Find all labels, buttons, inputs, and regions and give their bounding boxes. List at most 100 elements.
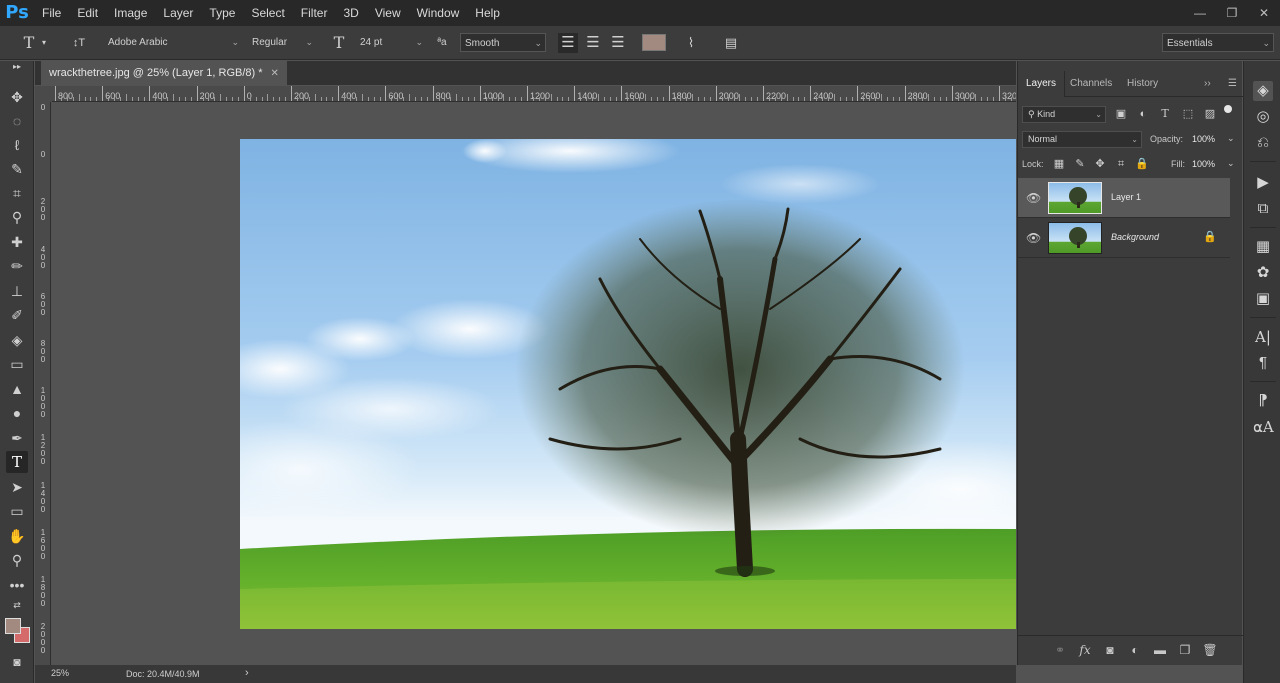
visibility-eye-icon[interactable]: 👁 <box>1026 191 1041 205</box>
menu-view[interactable]: View <box>367 0 409 26</box>
paths-icon[interactable]: ⎌ <box>1253 133 1273 153</box>
menu-image[interactable]: Image <box>106 0 155 26</box>
status-menu-arrow[interactable]: › <box>245 667 249 679</box>
new-group-icon[interactable]: ▬ <box>1152 643 1168 657</box>
warp-text-icon[interactable]: ⌇ <box>680 33 702 53</box>
crop-tool-icon[interactable]: ⌗ <box>6 182 28 204</box>
move-tool-icon[interactable]: ✥ <box>6 86 28 108</box>
styles-icon[interactable]: ▣ <box>1253 289 1273 309</box>
clone-stamp-tool-icon[interactable]: ⊥ <box>6 280 28 302</box>
paragraph-styles-icon[interactable]: ⁋ <box>1253 391 1273 411</box>
blend-mode-select[interactable]: Normal ⌄ <box>1022 131 1142 148</box>
type-tool-icon[interactable]: T <box>6 451 28 473</box>
type-layer-filter-icon[interactable]: T <box>1158 107 1172 121</box>
zoom-level[interactable]: 25% <box>51 668 69 678</box>
close-icon[interactable]: ✕ <box>271 68 279 79</box>
ruler-origin[interactable] <box>35 86 52 102</box>
visibility-eye-icon[interactable]: 👁 <box>1026 231 1041 245</box>
collapse-tools-icon[interactable]: ▸▸ <box>6 63 28 71</box>
chevron-down-icon[interactable]: ⌄ <box>1227 158 1235 169</box>
paragraph-icon[interactable]: ¶ <box>1253 353 1273 373</box>
lock-position-icon[interactable]: ✥ <box>1093 157 1107 171</box>
lasso-tool-icon[interactable]: ℓ <box>6 134 28 156</box>
history-icon[interactable]: ⧉ <box>1253 199 1273 219</box>
chevron-down-icon[interactable]: ⌄ <box>1227 133 1235 144</box>
blur-tool-icon[interactable]: ▲ <box>6 378 28 400</box>
delete-layer-icon[interactable]: 🗑 <box>1202 643 1218 657</box>
brush-tool-icon[interactable]: ✏ <box>6 255 28 277</box>
tab-layers[interactable]: Layers <box>1018 71 1066 97</box>
color-icon[interactable]: ✿ <box>1253 263 1273 283</box>
canvas-area[interactable] <box>52 103 1016 665</box>
horizontal-ruler[interactable]: 800 600 400 200 0 200 400 600 800 1000 1200 1400 160… <box>52 86 1016 102</box>
new-layer-icon[interactable]: ❐ <box>1177 643 1193 657</box>
pixel-layer-filter-icon[interactable]: ▣ <box>1114 107 1128 121</box>
add-mask-icon[interactable]: ◙ <box>1102 643 1118 657</box>
shape-layer-filter-icon[interactable]: ⬚ <box>1181 107 1195 121</box>
lock-artboard-icon[interactable]: ⌗ <box>1114 157 1128 171</box>
adjustment-layer-icon[interactable]: ◐ <box>1127 643 1143 657</box>
font-style-select[interactable]: Regular ⌄ <box>248 33 316 52</box>
eyedropper-tool-icon[interactable]: ⚲ <box>6 206 28 228</box>
character-styles-icon[interactable]: ⍺A <box>1253 417 1274 437</box>
vertical-ruler[interactable]: 0 0 2 0 0 4 0 0 6 0 0 8 0 0 1 0 0 0 1 2 0 0 1 4 … <box>35 102 51 665</box>
adjustment-layer-filter-icon[interactable]: ◐ <box>1136 107 1150 121</box>
layer-row-background[interactable]: 👁 Background 🔒 <box>1018 218 1230 258</box>
quick-selection-tool-icon[interactable]: ✎ <box>6 158 28 180</box>
pen-tool-icon[interactable]: ✒ <box>6 427 28 449</box>
tab-channels[interactable]: Channels <box>1062 71 1120 97</box>
quick-mask-icon[interactable]: ◙ <box>6 651 28 673</box>
anti-alias-select[interactable]: Smooth ⌄ <box>460 33 546 52</box>
swap-colors-icon[interactable]: ⇄ <box>6 599 28 611</box>
align-right-icon[interactable]: ☰ <box>608 33 628 53</box>
actions-icon[interactable]: ▶ <box>1253 173 1273 193</box>
dodge-tool-icon[interactable]: ● <box>6 402 28 424</box>
menu-filter[interactable]: Filter <box>293 0 336 26</box>
rectangle-tool-icon[interactable]: ▭ <box>6 500 28 522</box>
foreground-color-swatch[interactable] <box>5 618 21 634</box>
hand-tool-icon[interactable]: ✋ <box>6 525 28 547</box>
swatches-icon[interactable]: ▦ <box>1253 237 1273 257</box>
character-icon[interactable]: A| <box>1253 327 1273 347</box>
path-selection-tool-icon[interactable]: ➤ <box>6 476 28 498</box>
menu-3d[interactable]: 3D <box>335 0 366 26</box>
layers-icon[interactable]: ◈ <box>1253 81 1273 101</box>
tab-history[interactable]: History <box>1119 71 1166 97</box>
menu-edit[interactable]: Edit <box>69 0 106 26</box>
align-center-icon[interactable]: ☰ <box>583 33 603 53</box>
close-button[interactable]: ✕ <box>1248 0 1280 26</box>
font-family-select[interactable]: Adobe Arabic ⌄ <box>104 33 242 52</box>
collapse-panel-icon[interactable]: ›› <box>1196 71 1219 97</box>
text-orientation-icon[interactable]: ↕T <box>68 33 90 53</box>
channels-icon[interactable]: ◎ <box>1253 107 1273 127</box>
panel-menu-icon[interactable]: ☰ <box>1220 71 1245 97</box>
healing-brush-tool-icon[interactable]: ✚ <box>6 231 28 253</box>
menu-help[interactable]: Help <box>467 0 508 26</box>
restore-button[interactable]: ❐ <box>1216 0 1248 26</box>
menu-select[interactable]: Select <box>243 0 292 26</box>
link-layers-icon[interactable]: ⚭ <box>1052 643 1068 657</box>
menu-file[interactable]: File <box>34 0 69 26</box>
menu-layer[interactable]: Layer <box>155 0 201 26</box>
minimize-button[interactable]: — <box>1184 0 1216 26</box>
layer-row-layer-1[interactable]: 👁 Layer 1 <box>1018 178 1230 218</box>
smart-object-filter-icon[interactable]: ▨ <box>1203 107 1217 121</box>
opacity-value[interactable]: 100% <box>1192 134 1215 144</box>
chevron-down-icon[interactable]: ▾ <box>38 33 50 53</box>
lock-transparent-pixels-icon[interactable]: ▦ <box>1052 157 1066 171</box>
font-size-select[interactable]: 24 pt ⌄ <box>356 33 426 52</box>
lock-image-pixels-icon[interactable]: ✎ <box>1073 157 1087 171</box>
filter-kind-select[interactable]: ⚲ Kind ⌄ <box>1022 106 1106 123</box>
text-color-swatch[interactable] <box>642 34 666 51</box>
marquee-tool-icon[interactable]: ◌ <box>6 110 28 132</box>
menu-type[interactable]: Type <box>201 0 243 26</box>
align-left-icon[interactable]: ☰ <box>558 33 578 53</box>
menu-window[interactable]: Window <box>409 0 468 26</box>
layer-name[interactable]: Background <box>1111 232 1159 242</box>
layer-name[interactable]: Layer 1 <box>1111 192 1141 202</box>
gradient-tool-icon[interactable]: ▭ <box>6 353 28 375</box>
eraser-tool-icon[interactable]: ◈ <box>6 329 28 351</box>
zoom-tool-icon[interactable]: ⚲ <box>6 549 28 571</box>
document-image[interactable] <box>240 139 1016 629</box>
character-panel-icon[interactable]: ▤ <box>720 33 742 53</box>
